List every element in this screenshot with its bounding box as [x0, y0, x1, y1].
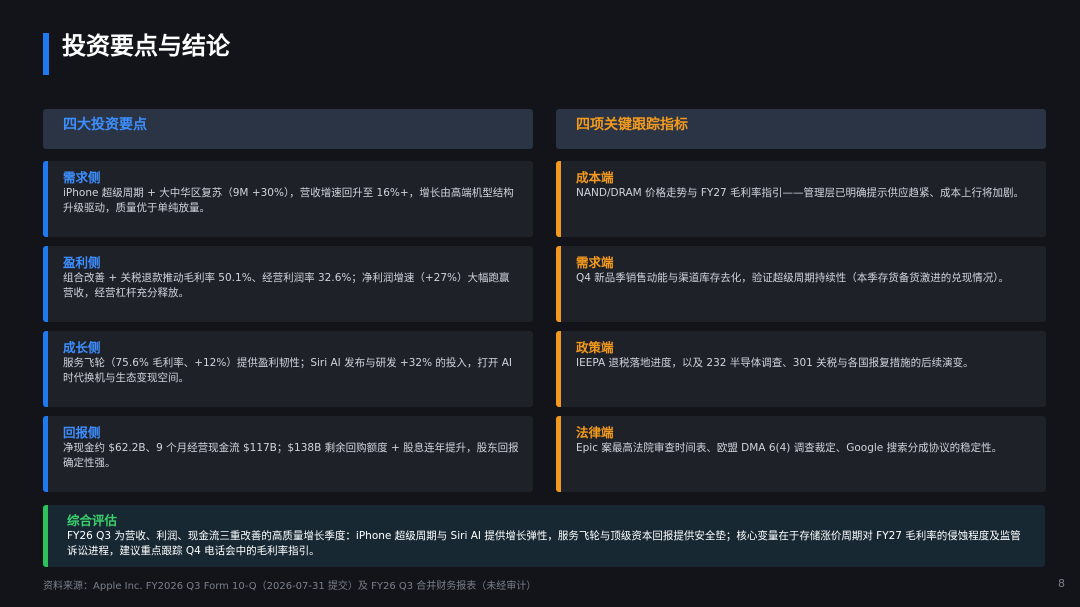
point-card-demand: 需求侧 iPhone 超级周期 + 大中华区复苏（9M +30%），营收增速回升…: [43, 161, 533, 237]
card-title: 政策端: [576, 340, 614, 355]
metric-card-cost: 成本端 NAND/DRAM 价格走势与 FY27 毛利率指引——管理层已明确提示…: [556, 161, 1046, 237]
point-card-profit: 盈利侧 组合改善 + 关税退款推动毛利率 50.1%、经营利润率 32.6%；净…: [43, 246, 533, 322]
summary-body: FY26 Q3 为营收、利润、现金流三重改善的高质量增长季度：iPhone 超级…: [67, 530, 1021, 557]
card-title: 成本端: [576, 170, 614, 185]
card-body: 组合改善 + 关税退款推动毛利率 50.1%、经营利润率 32.6%；净利润增速…: [63, 272, 510, 299]
metric-card-demand: 需求端 Q4 新品季销售动能与渠道库存去化，验证超级周期持续性（本季存货备货激进…: [556, 246, 1046, 322]
title-accent-bar: [43, 33, 49, 75]
card-title: 回报侧: [63, 425, 101, 440]
summary-title: 综合评估: [67, 513, 118, 528]
metric-card-policy: 政策端 IEEPA 退税落地进度，以及 232 半导体调查、301 关税与各国报…: [556, 331, 1046, 407]
card-body: NAND/DRAM 价格走势与 FY27 毛利率指引——管理层已明确提示供应趋紧…: [576, 187, 1025, 199]
card-title: 法律端: [576, 425, 614, 440]
card-body: 净现金约 $62.2B、9 个月经营现金流 $117B；$138B 剩余回购额度…: [63, 442, 519, 469]
card-body: Q4 新品季销售动能与渠道库存去化，验证超级周期持续性（本季存货备货激进的兑现情…: [576, 272, 1010, 284]
point-card-return: 回报侧 净现金约 $62.2B、9 个月经营现金流 $117B；$138B 剩余…: [43, 416, 533, 492]
tracking-metrics-header: 四项关键跟踪指标: [556, 109, 1046, 149]
page-number: 8: [1058, 577, 1065, 590]
tracking-metrics-column: 四项关键跟踪指标 成本端 NAND/DRAM 价格走势与 FY27 毛利率指引—…: [556, 109, 1046, 492]
page-title: 投资要点与结论: [62, 32, 230, 60]
summary-box: 综合评估 FY26 Q3 为营收、利润、现金流三重改善的高质量增长季度：iPho…: [43, 505, 1045, 567]
point-card-growth: 成长侧 服务飞轮（75.6% 毛利率、+12%）提供盈利韧性；Siri AI 发…: [43, 331, 533, 407]
card-title: 成长侧: [63, 340, 101, 355]
card-title: 需求端: [576, 255, 614, 270]
investment-points-header: 四大投资要点: [43, 109, 533, 149]
card-body: IEEPA 退税落地进度，以及 232 半导体调查、301 关税与各国报复措施的…: [576, 357, 974, 369]
investment-points-column: 四大投资要点 需求侧 iPhone 超级周期 + 大中华区复苏（9M +30%）…: [43, 109, 533, 492]
card-body: 服务飞轮（75.6% 毛利率、+12%）提供盈利韧性；Siri AI 发布与研发…: [63, 357, 513, 384]
metric-card-legal: 法律端 Epic 案最高法院审查时间表、欧盟 DMA 6(4) 调查裁定、Goo…: [556, 416, 1046, 492]
card-title: 盈利侧: [63, 255, 101, 270]
card-body: iPhone 超级周期 + 大中华区复苏（9M +30%），营收增速回升至 16…: [63, 187, 514, 214]
card-title: 需求侧: [63, 170, 101, 185]
source-footnote: 资料来源：Apple Inc. FY2026 Q3 Form 10-Q（2026…: [43, 581, 537, 592]
card-body: Epic 案最高法院审查时间表、欧盟 DMA 6(4) 调查裁定、Google …: [576, 442, 1003, 454]
